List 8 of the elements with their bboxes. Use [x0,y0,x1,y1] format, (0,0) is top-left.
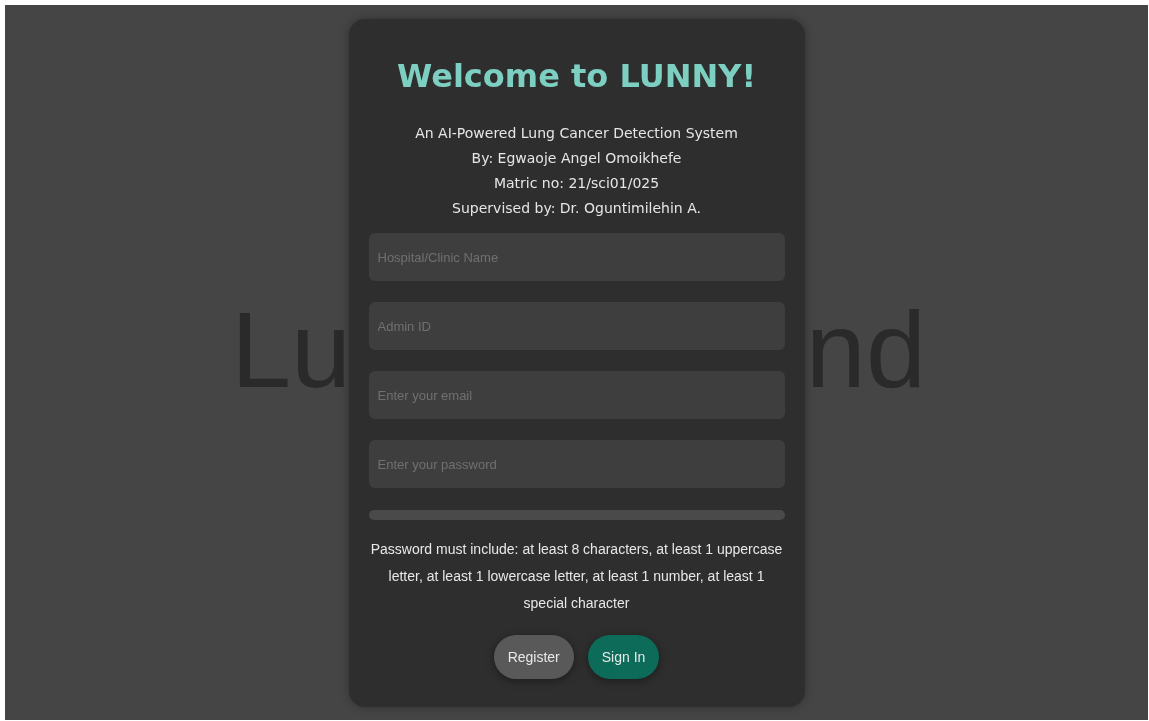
subtitle-line: Matric no: 21/sci01/025 [493,174,660,193]
sign-in-button[interactable]: Sign In [587,635,660,679]
subtitle-line: Supervised by: Dr. Oguntimilehin A. [452,199,701,218]
password-hint: Password must include: at least 8 characters, at least 1 uppercase letter, at least 1 lowercase letter, at least 1 number, at least 1 special character [369,540,784,613]
subtitle-line: By: Egwaoje Angel Omoikhefe [471,149,682,168]
subtitle-line: An AI-Powered Lung Cancer Detection System [415,124,738,143]
welcome-title: Welcome to LUNNY! [397,57,756,95]
register-button[interactable]: Register [493,635,574,679]
